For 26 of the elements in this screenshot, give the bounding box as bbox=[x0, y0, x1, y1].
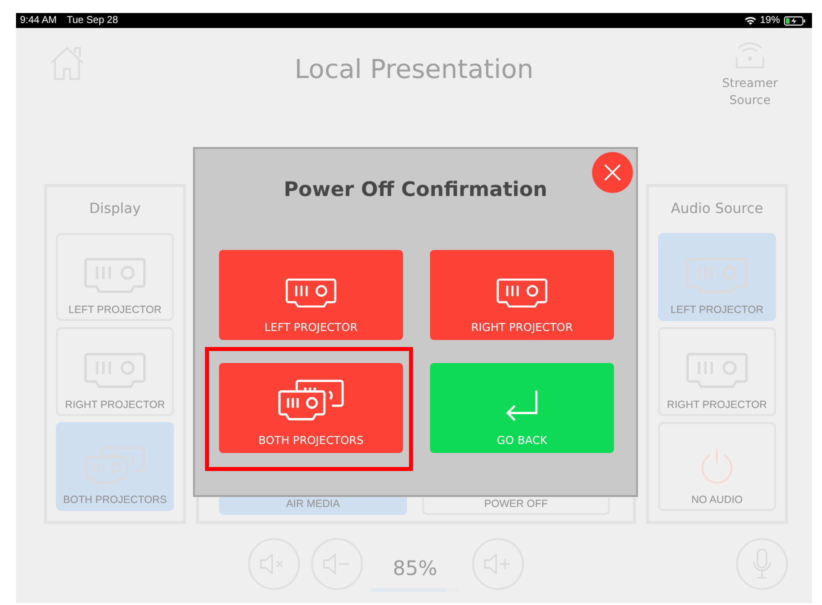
dialog-option-button[interactable]: LEFT PROJECTOR bbox=[219, 250, 403, 340]
display-tile[interactable]: BOTH PROJECTORS bbox=[56, 422, 174, 511]
display-tile[interactable]: RIGHT PROJECTOR bbox=[56, 327, 174, 416]
volume-reading: 85% bbox=[392, 556, 438, 580]
projectors-icon bbox=[277, 379, 345, 423]
streamer-label: Streamer Source bbox=[721, 75, 779, 109]
audio-tile[interactable]: RIGHT PROJECTOR bbox=[658, 327, 776, 416]
dialog-option-button[interactable]: RIGHT PROJECTOR bbox=[430, 250, 614, 340]
battery-percent: 19% bbox=[760, 15, 780, 26]
battery-icon bbox=[784, 16, 806, 26]
projector-icon bbox=[496, 277, 548, 310]
panel-title: Audio Source bbox=[670, 200, 764, 219]
audio-tile[interactable]: NO AUDIO bbox=[658, 422, 776, 511]
projector-icon bbox=[285, 277, 337, 310]
status-time: 9:44 AM bbox=[20, 15, 57, 26]
panel-title: Display bbox=[89, 200, 141, 219]
display-tile[interactable]: LEFT PROJECTOR bbox=[56, 232, 174, 322]
close-icon bbox=[603, 163, 622, 182]
audio-tile[interactable]: LEFT PROJECTOR bbox=[658, 232, 776, 322]
wifi-icon bbox=[744, 16, 756, 25]
dialog-option-button[interactable]: BOTH PROJECTORS bbox=[219, 363, 403, 453]
close-button[interactable] bbox=[592, 152, 633, 193]
dialog-option-button[interactable]: GO BACK bbox=[430, 363, 614, 453]
page-title: Local Presentation bbox=[294, 55, 534, 85]
dialog-title: Power Off Confirmation bbox=[282, 176, 548, 202]
status-date: Tue Sep 28 bbox=[66, 15, 118, 26]
